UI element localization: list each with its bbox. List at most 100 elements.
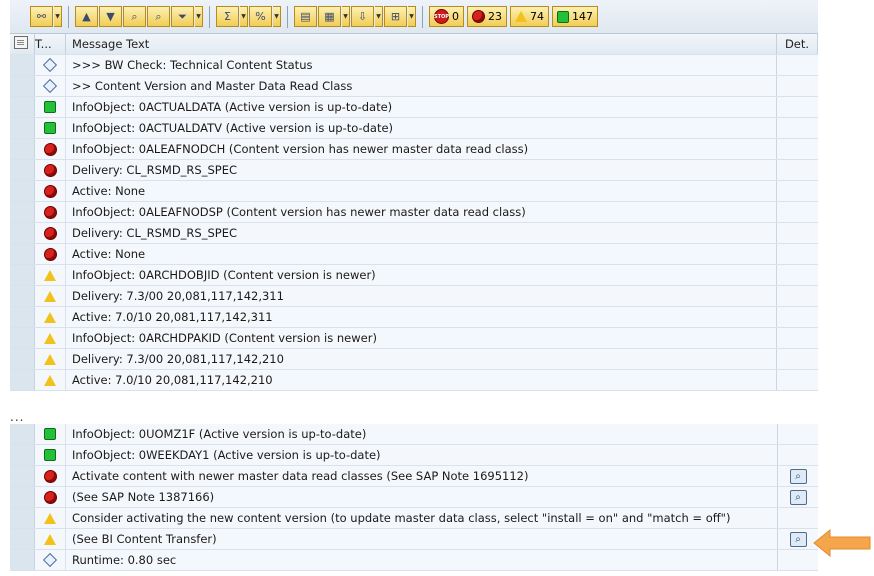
error-icon [43,163,57,177]
table-row[interactable]: Consider activating the new content vers… [10,507,818,529]
sort-descending-icon[interactable]: ▼ [99,6,122,27]
dropdown-arrow-icon[interactable]: ▼ [54,6,62,27]
toolbar-separator [422,5,423,28]
select-all-icon[interactable] [14,36,28,49]
success-count: 147 [572,10,593,23]
row-selector[interactable] [10,528,35,550]
layout-icon[interactable]: ⊞ [384,6,407,27]
message-text: InfoObject: 0UOMZ1F (Active version is u… [65,424,778,445]
warning-icon [515,11,527,22]
message-type-cell [34,75,66,97]
export-icon[interactable]: ⇩ [351,6,374,27]
details-magnifier-icon[interactable]: ⌕ [789,532,807,547]
abc-analysis-icon[interactable]: ⚯ [30,6,53,27]
row-selector[interactable] [10,180,35,202]
filter-icon[interactable]: ⏷ [171,6,194,27]
row-selector[interactable] [10,507,35,529]
row-selector[interactable] [10,327,35,349]
table-row[interactable]: (See BI Content Transfer) ⌕ [10,528,818,550]
table-row[interactable]: InfoObject: 0ALEAFNODSP (Content version… [10,201,818,223]
toolbar-separator [287,5,288,28]
print-preview-icon[interactable]: ▤ [294,6,317,27]
row-selector[interactable] [10,201,35,223]
table-row[interactable]: Active: 7.0/10 20,081,117,142,311 [10,306,818,328]
find-icon[interactable]: ⌕ [123,6,146,27]
row-selector[interactable] [10,243,35,265]
details-cell [776,222,818,244]
warning-icon [44,332,56,344]
message-text: >>> BW Check: Technical Content Status [65,54,777,76]
message-text: Consider activating the new content vers… [65,507,778,529]
row-selector[interactable] [10,486,35,508]
table-row[interactable]: Activate content with newer master data … [10,465,818,487]
table-row[interactable]: Delivery: CL_RSMD_RS_SPEC [10,222,818,244]
sum-icon[interactable]: Σ [216,6,239,27]
table-row[interactable]: >>> BW Check: Technical Content Status [10,54,818,76]
type-column-header[interactable]: T... [34,34,66,55]
table-row[interactable]: Active: None [10,243,818,265]
row-selector[interactable] [10,424,35,445]
omitted-rows-ellipsis: ... [10,410,25,424]
row-selector[interactable] [10,222,35,244]
row-selector[interactable] [10,75,35,97]
table-row[interactable]: Active: 7.0/10 20,081,117,142,210 [10,369,818,391]
table-row[interactable]: InfoObject: 0WEEKDAY1 (Active version is… [10,444,818,466]
success-counter-button[interactable]: 147 [552,6,598,27]
dropdown-arrow-icon[interactable]: ▼ [408,6,416,27]
find-next-icon[interactable]: ⌕ [147,6,170,27]
warning-counter-button[interactable]: 74 [510,6,549,27]
message-table-bottom: InfoObject: 0UOMZ1F (Active version is u… [10,424,818,571]
details-cell [776,138,818,160]
row-selector[interactable] [10,369,35,391]
row-selector[interactable] [10,264,35,286]
dropdown-arrow-icon[interactable]: ▼ [375,6,383,27]
details-magnifier-icon[interactable]: ⌕ [789,490,807,505]
subtotal-icon[interactable]: % [249,6,272,27]
select-all-cell[interactable] [10,34,35,55]
stop-counter-button[interactable]: STOP 0 [429,6,464,27]
table-row[interactable]: Delivery: CL_RSMD_RS_SPEC [10,159,818,181]
table-row[interactable]: Active: None [10,180,818,202]
details-magnifier-icon[interactable]: ⌕ [789,469,807,484]
dropdown-arrow-icon[interactable]: ▼ [342,6,350,27]
message-column-header[interactable]: Message Text [65,34,777,55]
message-type-cell [34,285,66,307]
row-selector[interactable] [10,159,35,181]
dropdown-arrow-icon[interactable]: ▼ [273,6,281,27]
table-row[interactable]: InfoObject: 0ARCHDPAKID (Content version… [10,327,818,349]
row-selector[interactable] [10,444,35,466]
details-cell [776,159,818,181]
table-row[interactable]: InfoObject: 0ACTUALDATA (Active version … [10,96,818,118]
table-row[interactable]: Delivery: 7.3/00 20,081,117,142,311 [10,285,818,307]
row-selector[interactable] [10,306,35,328]
table-row[interactable]: >> Content Version and Master Data Read … [10,75,818,97]
dropdown-arrow-icon[interactable]: ▼ [240,6,248,27]
toolbar-separator [68,5,69,28]
row-selector[interactable] [10,549,35,571]
table-row[interactable]: InfoObject: 0UOMZ1F (Active version is u… [10,424,818,445]
error-counter-button[interactable]: 23 [467,6,507,27]
details-cell [777,507,818,529]
table-row[interactable]: InfoObject: 0ACTUALDATV (Active version … [10,117,818,139]
table-row[interactable]: Delivery: 7.3/00 20,081,117,142,210 [10,348,818,370]
row-selector[interactable] [10,285,35,307]
row-selector[interactable] [10,138,35,160]
views-icon[interactable]: ▦ [318,6,341,27]
table-row[interactable]: InfoObject: 0ALEAFNODCH (Content version… [10,138,818,160]
dropdown-arrow-icon[interactable]: ▼ [195,6,203,27]
table-row[interactable]: (See SAP Note 1387166) ⌕ [10,486,818,508]
row-selector[interactable] [10,54,35,76]
row-selector[interactable] [10,96,35,118]
details-cell [776,201,818,223]
row-selector[interactable] [10,348,35,370]
success-icon [44,122,56,135]
row-selector[interactable] [10,465,35,487]
details-cell: ⌕ [777,465,818,487]
table-row[interactable]: Runtime: 0.80 sec [10,549,818,571]
warning-icon [44,269,56,281]
sort-ascending-icon[interactable]: ▲ [75,6,98,27]
details-column-header[interactable]: Det. [776,34,818,55]
message-type-cell [34,444,66,466]
row-selector[interactable] [10,117,35,139]
table-row[interactable]: InfoObject: 0ARCHDOBJID (Content version… [10,264,818,286]
